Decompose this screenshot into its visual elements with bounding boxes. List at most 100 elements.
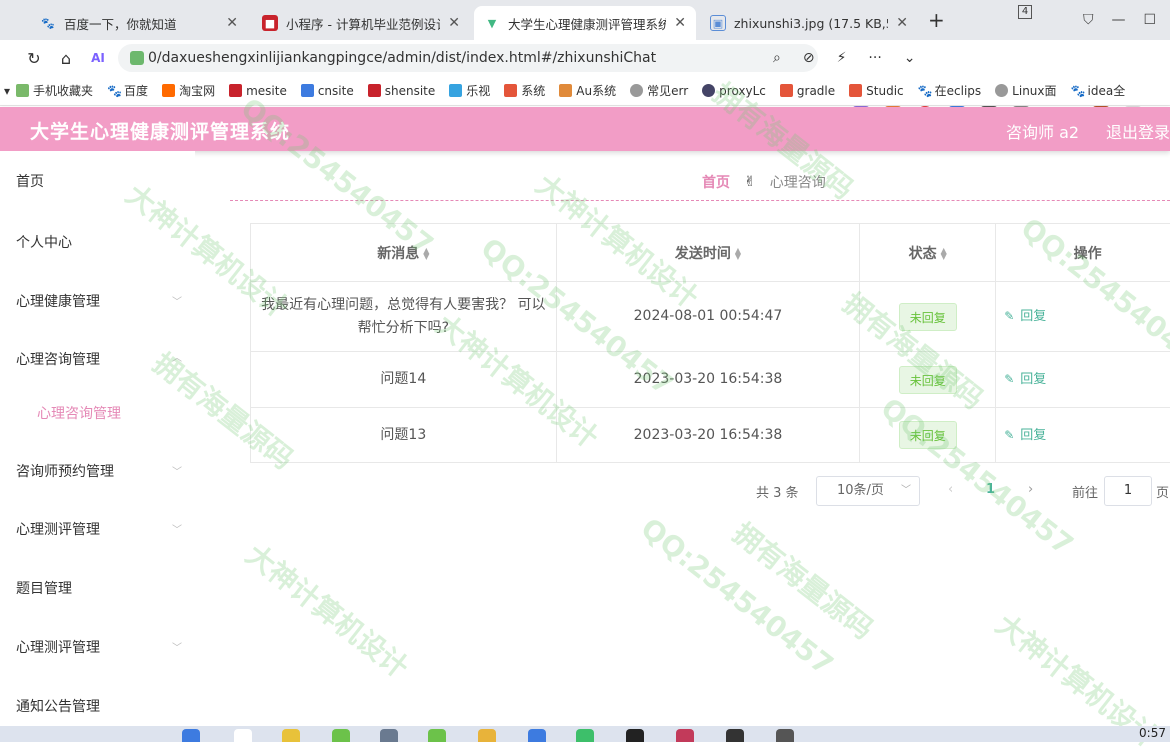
- app-icon[interactable]: [576, 729, 594, 742]
- sort-icon[interactable]: ▲▼: [941, 248, 947, 260]
- goto-page-input[interactable]: 1: [1104, 476, 1152, 506]
- sort-icon[interactable]: ▲▼: [423, 248, 429, 260]
- baidu-icon: 🐾: [40, 15, 56, 31]
- divider: [230, 200, 1170, 201]
- sidebar-item-health[interactable]: 心理健康管理: [16, 291, 100, 311]
- pagination-total: 共 3 条: [756, 482, 799, 501]
- bookmark[interactable]: 乐视: [449, 82, 490, 99]
- zoom-icon[interactable]: ⌕: [773, 50, 781, 66]
- table-header-row: 新消息▲▼ 发送时间▲▼ 状态▲▼ 操作: [251, 224, 1170, 282]
- bookmark[interactable]: Au系统: [559, 82, 616, 99]
- app-icon[interactable]: [282, 729, 300, 742]
- bookmark[interactable]: 淘宝网: [162, 82, 215, 99]
- goto-label: 前往: [1072, 482, 1098, 501]
- next-page-button[interactable]: ›: [1028, 482, 1033, 497]
- status-cell: 未回复: [860, 282, 996, 352]
- bookmark[interactable]: gradle: [780, 84, 835, 98]
- start-icon[interactable]: [182, 729, 200, 742]
- reload-icon[interactable]: ↻: [18, 49, 50, 68]
- bookmark[interactable]: Linux面: [995, 82, 1056, 99]
- app-icon[interactable]: [380, 729, 398, 742]
- status-cell: 未回复: [860, 408, 996, 463]
- bolt-icon[interactable]: ⚡: [837, 50, 847, 66]
- browser-tab-bar: 🐾 百度一下，你就知道 ✕ ■ 小程序 - 计算机毕业范例设计 ✕ ▼ 大学生心…: [0, 0, 1170, 40]
- reply-button[interactable]: ✎回复: [1004, 309, 1046, 324]
- url-field[interactable]: 0/daxueshengxinlijiankangpingce/admin/di…: [118, 44, 818, 72]
- breadcrumb: 首页 ✌ 心理咨询: [702, 172, 826, 192]
- ai-icon[interactable]: AI: [82, 51, 114, 65]
- bookmark[interactable]: 系统: [504, 82, 545, 99]
- bookmark[interactable]: cnsite: [301, 84, 354, 98]
- app-icon[interactable]: [776, 729, 794, 742]
- hand-icon: ✌: [744, 174, 756, 190]
- table-row: 问题14 2023-03-20 16:54:38 未回复 ✎回复: [251, 352, 1170, 408]
- site-icon: ■: [262, 15, 278, 31]
- bookmark[interactable]: Studic: [849, 84, 903, 98]
- page-number[interactable]: 1: [986, 482, 995, 497]
- more-icon[interactable]: ···: [868, 50, 881, 66]
- bookmark[interactable]: 手机收藏夹: [16, 82, 93, 99]
- bookmarks-chevron-icon[interactable]: ▾: [4, 84, 10, 98]
- chevron-down-icon: ﹀: [172, 293, 182, 308]
- app-icon[interactable]: [428, 729, 446, 742]
- sidebar-item-assessment[interactable]: 心理测评管理: [16, 519, 100, 539]
- sidebar-item-profile[interactable]: 个人中心: [16, 232, 72, 252]
- reply-button[interactable]: ✎回复: [1004, 428, 1046, 443]
- bookmark[interactable]: 🐾idea全: [1071, 82, 1126, 99]
- bookmark[interactable]: 🐾百度: [107, 82, 148, 99]
- app-icon[interactable]: [528, 729, 546, 742]
- sort-icon[interactable]: ▲▼: [735, 248, 741, 260]
- new-tab-button[interactable]: +: [928, 8, 945, 32]
- minimize-icon[interactable]: —: [1111, 12, 1125, 28]
- home-icon[interactable]: ⌂: [50, 49, 82, 68]
- table-row: 我最近有心理问题，总觉得有人要害我？ 可以帮忙分析下吗? 2024-08-01 …: [251, 282, 1170, 352]
- edit-icon: ✎: [1004, 309, 1014, 323]
- close-icon[interactable]: ✕: [226, 15, 238, 31]
- chevron-down-icon: ﹀: [172, 639, 182, 654]
- shirt-icon[interactable]: ⛉: [1083, 12, 1094, 28]
- app-icon[interactable]: [332, 729, 350, 742]
- column-header-status[interactable]: 状态▲▼: [860, 224, 996, 282]
- browser-tab[interactable]: ▣ zhixunshi3.jpg (17.5 KB,500 ✕: [700, 6, 918, 40]
- sidebar-item-notices[interactable]: 通知公告管理: [16, 696, 100, 716]
- logout-button[interactable]: 退出登录: [1106, 119, 1170, 143]
- bookmark[interactable]: mesite: [229, 84, 287, 98]
- bookmark[interactable]: 🐾在eclips: [918, 82, 982, 99]
- prev-page-button[interactable]: ‹: [948, 482, 953, 497]
- close-icon[interactable]: ✕: [896, 15, 908, 31]
- edit-icon: ✎: [1004, 372, 1014, 386]
- browser-tab[interactable]: 🐾 百度一下，你就知道 ✕: [30, 6, 248, 40]
- action-cell: ✎回复: [996, 408, 1170, 463]
- bookmark[interactable]: 常见err: [630, 82, 688, 99]
- sidebar-item-assessment-2[interactable]: 心理测评管理: [16, 637, 100, 657]
- time-cell: 2023-03-20 16:54:38: [556, 352, 860, 408]
- secure-shield-icon: [130, 51, 144, 65]
- compass-icon[interactable]: ⊘: [803, 50, 815, 66]
- sidebar-subitem-consult-active[interactable]: 心理咨询管理: [37, 403, 121, 423]
- sidebar-item-home[interactable]: 首页: [16, 171, 44, 191]
- column-header-time[interactable]: 发送时间▲▼: [556, 224, 860, 282]
- terminal-icon[interactable]: [726, 729, 744, 742]
- vue-icon: ▼: [484, 15, 500, 31]
- sidebar-item-consult[interactable]: 心理咨询管理: [16, 349, 100, 369]
- reply-button[interactable]: ✎回复: [1004, 372, 1046, 387]
- browser-tab-active[interactable]: ▼ 大学生心理健康测评管理系统 ✕: [474, 6, 696, 40]
- window-count-badge[interactable]: 4: [1018, 5, 1032, 19]
- pycharm-icon[interactable]: [626, 729, 644, 742]
- close-icon[interactable]: ✕: [448, 15, 460, 31]
- message-cell: 问题14: [251, 352, 557, 408]
- browser-tab[interactable]: ■ 小程序 - 计算机毕业范例设计 ✕: [252, 6, 470, 40]
- app-icon[interactable]: [676, 729, 694, 742]
- breadcrumb-home[interactable]: 首页: [702, 172, 730, 192]
- chevron-down-icon[interactable]: ⌄: [904, 50, 916, 66]
- watermark: 拥有海量源码: [725, 513, 882, 648]
- maximize-icon[interactable]: ☐: [1143, 12, 1156, 28]
- bookmark[interactable]: shensite: [368, 84, 436, 98]
- column-header-message[interactable]: 新消息▲▼: [251, 224, 557, 282]
- folder-icon[interactable]: [478, 729, 496, 742]
- bookmark[interactable]: proxyLc: [702, 84, 766, 98]
- app-icon[interactable]: [234, 729, 252, 742]
- sidebar-item-questions[interactable]: 题目管理: [16, 578, 72, 598]
- close-icon[interactable]: ✕: [674, 15, 686, 31]
- page-size-select[interactable]: 10条/页﹀: [816, 476, 920, 506]
